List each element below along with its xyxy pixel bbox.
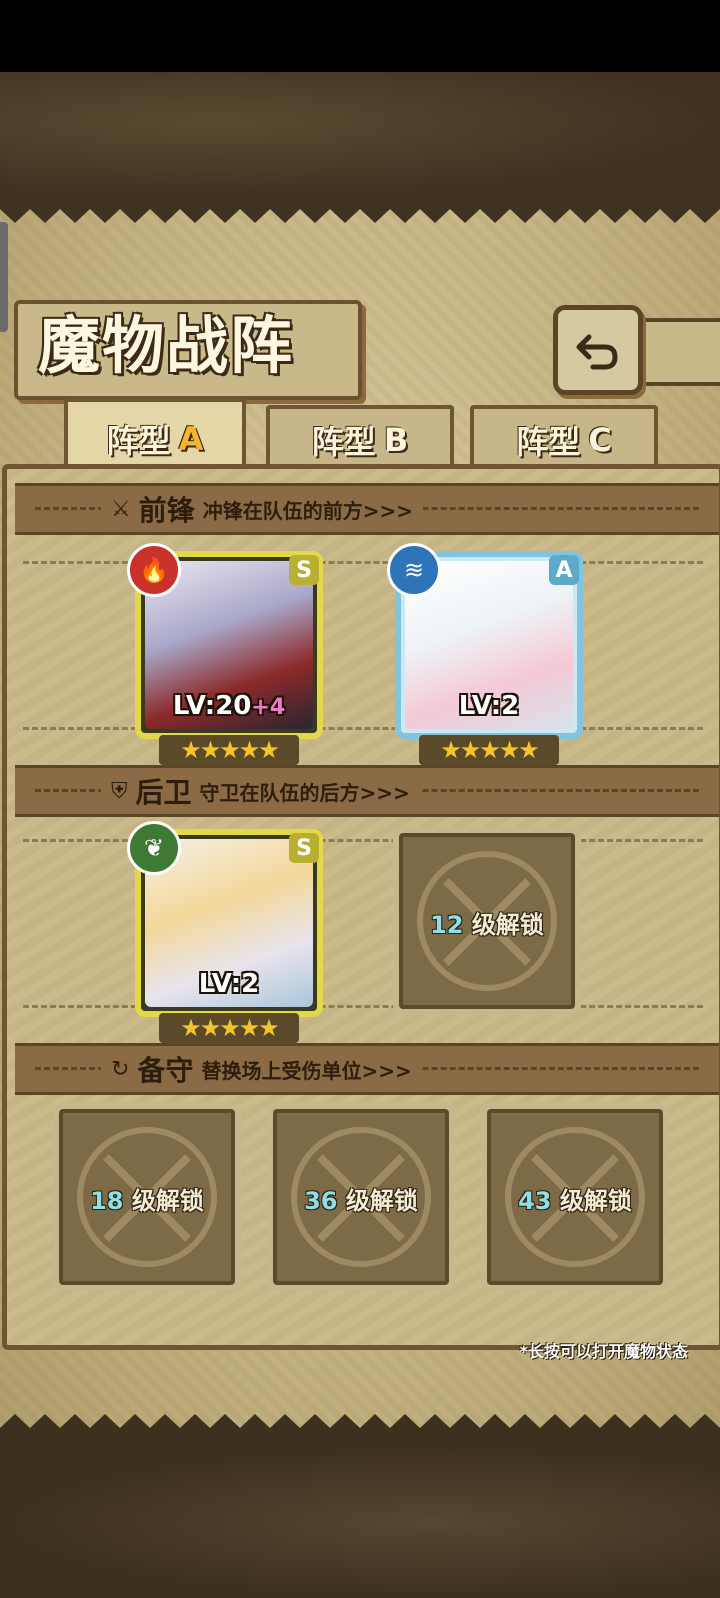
tab-letter: A: [178, 420, 204, 458]
unlock-level: 43: [518, 1187, 552, 1215]
section-subtitle: 冲锋在队伍的前方>>>: [202, 498, 414, 523]
water-icon: ≋: [387, 543, 441, 597]
unlock-text: 级解锁: [131, 1187, 204, 1215]
level-label: LV:2: [141, 969, 317, 999]
locked-slot[interactable]: 43 级解锁: [481, 1103, 669, 1291]
rank-badge: A: [549, 555, 579, 585]
monster-card[interactable]: ❦ S LV:2 ★★★★★: [127, 821, 323, 1043]
level-value: LV:20: [172, 691, 252, 721]
unlock-requirement: 36 级解锁: [273, 1181, 449, 1216]
rank-badge: S: [289, 833, 319, 863]
return-arrow-icon: [576, 334, 618, 370]
unlock-level: 12: [430, 911, 464, 939]
section-back-label: ⛨ 后卫 守卫在队伍的后方>>>: [101, 771, 420, 811]
monster-card[interactable]: ≋ A LV:2 ★★★★★: [387, 543, 583, 765]
section-subtitle: 替换场上受伤单位>>>: [201, 1058, 412, 1083]
rank-badge: S: [289, 555, 319, 585]
unlock-text: 级解锁: [345, 1187, 418, 1215]
tab-label: 阵型: [311, 423, 376, 461]
level-value: LV:2: [458, 691, 520, 721]
section-front: ⚔ 前锋 冲锋在队伍的前方>>>: [15, 483, 719, 535]
unlock-requirement: 43 级解锁: [487, 1181, 663, 1216]
level-value: LV:2: [198, 969, 260, 999]
section-reserve-label: ↻ 备守 替换场上受伤单位>>>: [101, 1049, 422, 1089]
section-front-label: ⚔ 前锋 冲锋在队伍的前方>>>: [101, 489, 424, 529]
locked-slot[interactable]: 12 级解锁: [393, 827, 581, 1015]
row-line: [23, 1005, 703, 1008]
map-background-top: [0, 72, 720, 197]
star-rating: ★★★★★: [419, 735, 559, 765]
edge-handle: [0, 222, 8, 332]
torn-edge-bottom: [0, 1414, 720, 1448]
tab-formation-c[interactable]: 阵型 C: [470, 405, 658, 471]
star-rating: ★★★★★: [159, 735, 299, 765]
leaf-icon: ❦: [127, 821, 181, 875]
unlock-level: 36: [304, 1187, 338, 1215]
unlock-requirement: 18 级解锁: [59, 1181, 235, 1216]
star-rating: ★★★★★: [159, 1013, 299, 1043]
unlock-requirement: 12 级解锁: [399, 905, 575, 940]
monster-card[interactable]: 🔥 S LV:20+4 ★★★★★: [127, 543, 323, 765]
locked-slot[interactable]: 18 级解锁: [53, 1103, 241, 1291]
status-bar: [0, 0, 720, 72]
tab-formation-b[interactable]: 阵型 B: [266, 405, 454, 471]
sword-icon: ⚔: [111, 496, 131, 522]
unlock-text: 级解锁: [471, 911, 544, 939]
locked-slot[interactable]: 36 级解锁: [267, 1103, 455, 1291]
tab-label: 阵型: [106, 422, 171, 460]
back-rail: [630, 318, 720, 386]
back-button[interactable]: [553, 305, 643, 395]
page-title: 魔物战阵: [38, 309, 295, 382]
torn-edge-top: [0, 195, 720, 223]
level-bonus: +4: [251, 695, 286, 720]
swap-icon: ↻: [111, 1056, 130, 1082]
fire-icon: 🔥: [127, 543, 181, 597]
row-line: [23, 561, 703, 564]
section-subtitle: 守卫在队伍的后方>>>: [199, 780, 410, 805]
tab-letter: C: [588, 421, 612, 459]
shield-icon: ⛨: [111, 778, 128, 804]
tab-letter: B: [383, 421, 409, 459]
unlock-level: 18: [90, 1187, 124, 1215]
section-title: 备守: [137, 1054, 194, 1087]
long-press-hint: *长按可以打开魔物状态: [519, 1342, 688, 1361]
level-label: LV:2: [401, 691, 577, 721]
formation-board: ⚔ 前锋 冲锋在队伍的前方>>> 🔥 S LV:20+4 ★★★★★ ≋ A L…: [2, 464, 720, 1350]
section-back: ⛨ 后卫 守卫在队伍的后方>>>: [15, 765, 719, 817]
section-title: 前锋: [138, 494, 195, 527]
tab-label: 阵型: [516, 423, 581, 461]
row-line: [23, 727, 703, 730]
unlock-text: 级解锁: [559, 1187, 632, 1215]
section-title: 后卫: [135, 776, 192, 809]
row-line: [23, 839, 703, 842]
map-background-bottom: [0, 1448, 720, 1598]
section-reserve: ↻ 备守 替换场上受伤单位>>>: [15, 1043, 719, 1095]
level-label: LV:20+4: [141, 691, 317, 721]
